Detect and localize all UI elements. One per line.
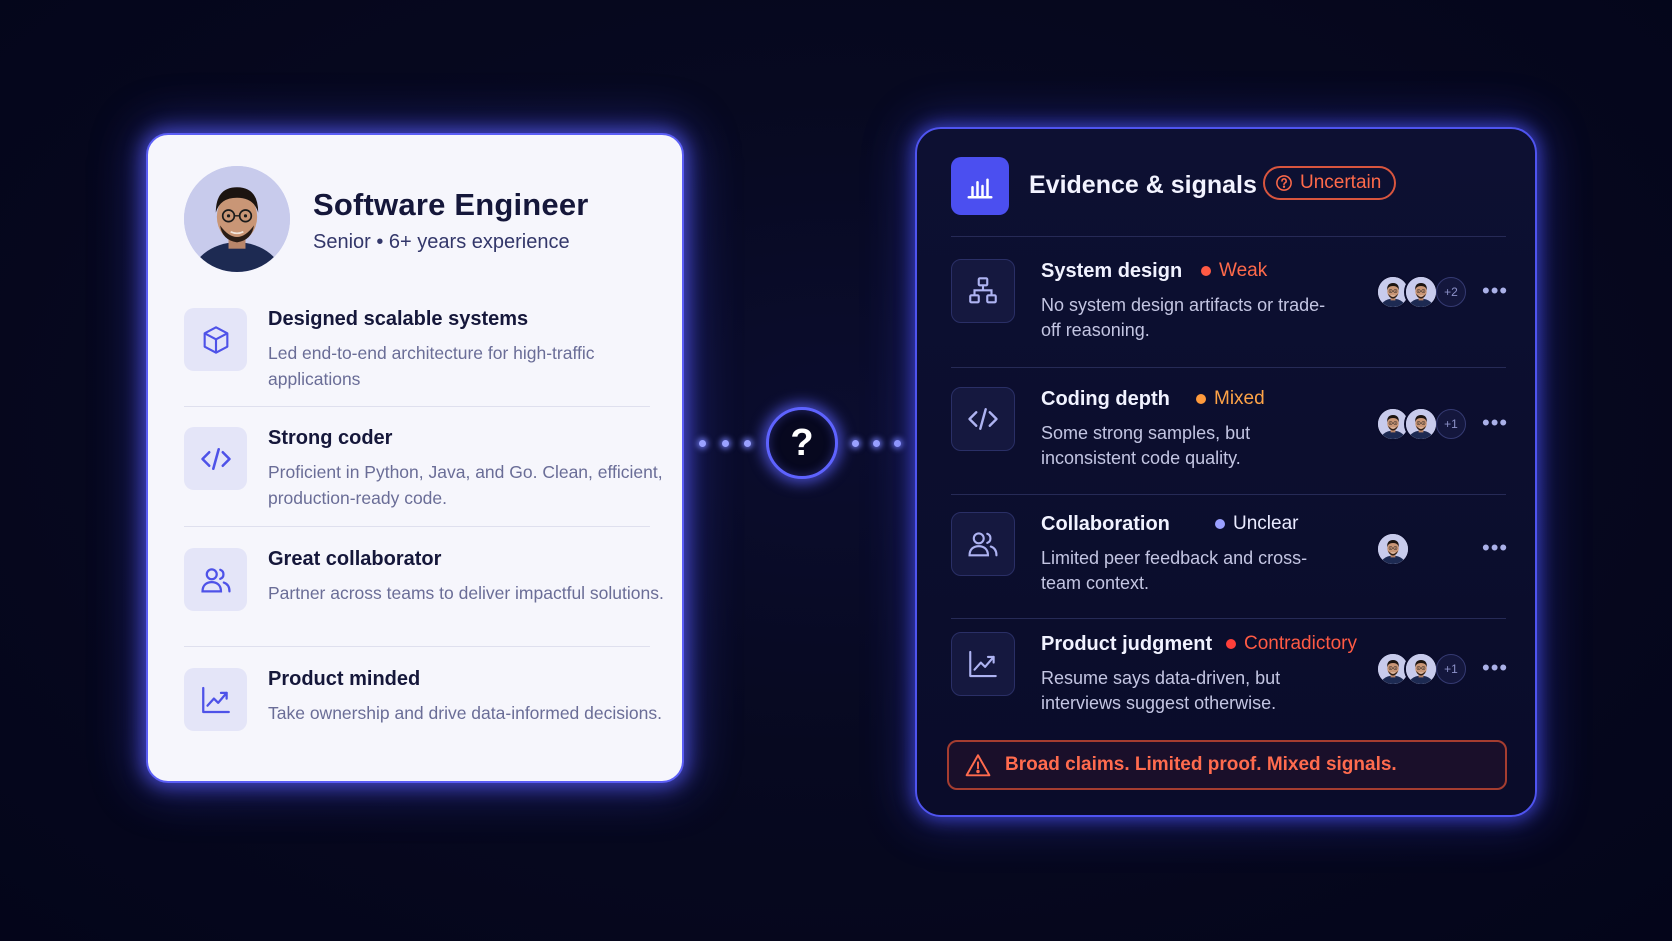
signal-title: System design: [1041, 260, 1183, 282]
person-portrait-icon: [184, 166, 290, 272]
divider: [951, 618, 1506, 619]
signal-status: Contradictory: [1226, 633, 1357, 655]
profile-subtitle: Senior • 6+ years experience: [313, 231, 570, 253]
signal-description: Some strong samples, but inconsistent co…: [1041, 423, 1251, 468]
connector-dot: [873, 440, 880, 447]
system-diagram-icon: [951, 259, 1015, 323]
status-dot: [1226, 639, 1236, 649]
connector-dot: [852, 440, 859, 447]
panel-title: Evidence & signals: [1029, 171, 1257, 199]
trend-chart-icon: [951, 632, 1015, 696]
question-circle-icon: [1276, 175, 1292, 191]
signal-row-product-judgment[interactable]: Product judgment Contradictory Resume sa…: [951, 632, 1508, 742]
claim-description: Partner across teams to deliver impactfu…: [268, 583, 664, 603]
candidate-profile-card: Software Engineer Senior • 6+ years expe…: [146, 133, 684, 783]
reviewer-avatar: [1404, 275, 1438, 309]
divider: [951, 367, 1506, 368]
divider: [951, 494, 1506, 495]
signal-row-system-design[interactable]: System design Weak No system design arti…: [951, 259, 1508, 369]
reviewer-avatar: [1404, 407, 1438, 441]
bar-chart-icon: [951, 157, 1009, 215]
claim-title: Great collaborator: [268, 548, 442, 570]
signal-row-coding-depth[interactable]: Coding depth Mixed Some strong samples, …: [951, 387, 1508, 497]
claim-description: Take ownership and drive data-informed d…: [268, 703, 662, 723]
signal-status-label: Contradictory: [1244, 633, 1357, 654]
more-options-icon[interactable]: •••: [1482, 537, 1508, 559]
status-dot: [1196, 394, 1206, 404]
signal-title: Coding depth: [1041, 388, 1170, 410]
signal-title: Collaboration: [1041, 513, 1170, 535]
people-icon: [184, 548, 247, 611]
more-options-icon[interactable]: •••: [1482, 412, 1508, 434]
divider: [184, 526, 650, 527]
signal-row-collaboration[interactable]: Collaboration Unclear Limited peer feedb…: [951, 512, 1508, 622]
signal-status: Mixed: [1196, 388, 1265, 410]
more-reviewers-count[interactable]: +2: [1436, 277, 1466, 307]
warning-banner: Broad claims. Limited proof. Mixed signa…: [947, 740, 1507, 790]
signal-status: Weak: [1201, 260, 1267, 282]
signal-status: Unclear: [1215, 513, 1298, 535]
more-reviewers-count[interactable]: +1: [1436, 409, 1466, 439]
claim-title: Designed scalable systems: [268, 308, 529, 330]
more-options-icon[interactable]: •••: [1482, 657, 1508, 679]
people-icon: [951, 512, 1015, 576]
status-dot: [1215, 519, 1225, 529]
claim-title: Product minded: [268, 668, 421, 690]
connector-dot: [699, 440, 706, 447]
question-mark-icon: ?: [766, 407, 838, 479]
signal-status-label: Unclear: [1233, 513, 1299, 534]
connector-dot: [744, 440, 751, 447]
status-badge-label: Uncertain: [1300, 172, 1382, 193]
evidence-panel: Evidence & signals Uncertain System desi…: [915, 127, 1537, 817]
connector-dot: [722, 440, 729, 447]
code-icon: [184, 427, 247, 490]
signal-description: Resume says data-driven, but interviews …: [1041, 668, 1281, 713]
signal-status-label: Weak: [1219, 260, 1268, 281]
status-badge: Uncertain: [1263, 166, 1397, 200]
signal-description: No system design artifacts or trade-off …: [1041, 295, 1326, 340]
cube-icon: [184, 308, 247, 371]
more-options-icon[interactable]: •••: [1482, 280, 1508, 302]
claim-description: Led end-to-end architecture for high-tra…: [268, 343, 595, 389]
divider: [184, 646, 650, 647]
avatar: [184, 166, 290, 272]
more-reviewers-count[interactable]: +1: [1436, 654, 1466, 684]
status-dot: [1201, 266, 1211, 276]
signal-description: Limited peer feedback and cross-team con…: [1041, 548, 1308, 593]
warning-triangle-icon: [965, 754, 991, 777]
signal-status-label: Mixed: [1214, 388, 1265, 409]
divider: [951, 236, 1506, 237]
connector-dot: [894, 440, 901, 447]
claim-description: Proficient in Python, Java, and Go. Clea…: [268, 462, 663, 508]
divider: [184, 406, 650, 407]
warning-text: Broad claims. Limited proof. Mixed signa…: [1005, 754, 1397, 775]
claim-title: Strong coder: [268, 427, 393, 449]
profile-title: Software Engineer: [313, 187, 589, 222]
code-icon: [951, 387, 1015, 451]
signal-title: Product judgment: [1041, 633, 1213, 655]
trend-chart-icon: [184, 668, 247, 731]
reviewer-avatar: [1376, 532, 1410, 566]
reviewer-avatar: [1404, 652, 1438, 686]
